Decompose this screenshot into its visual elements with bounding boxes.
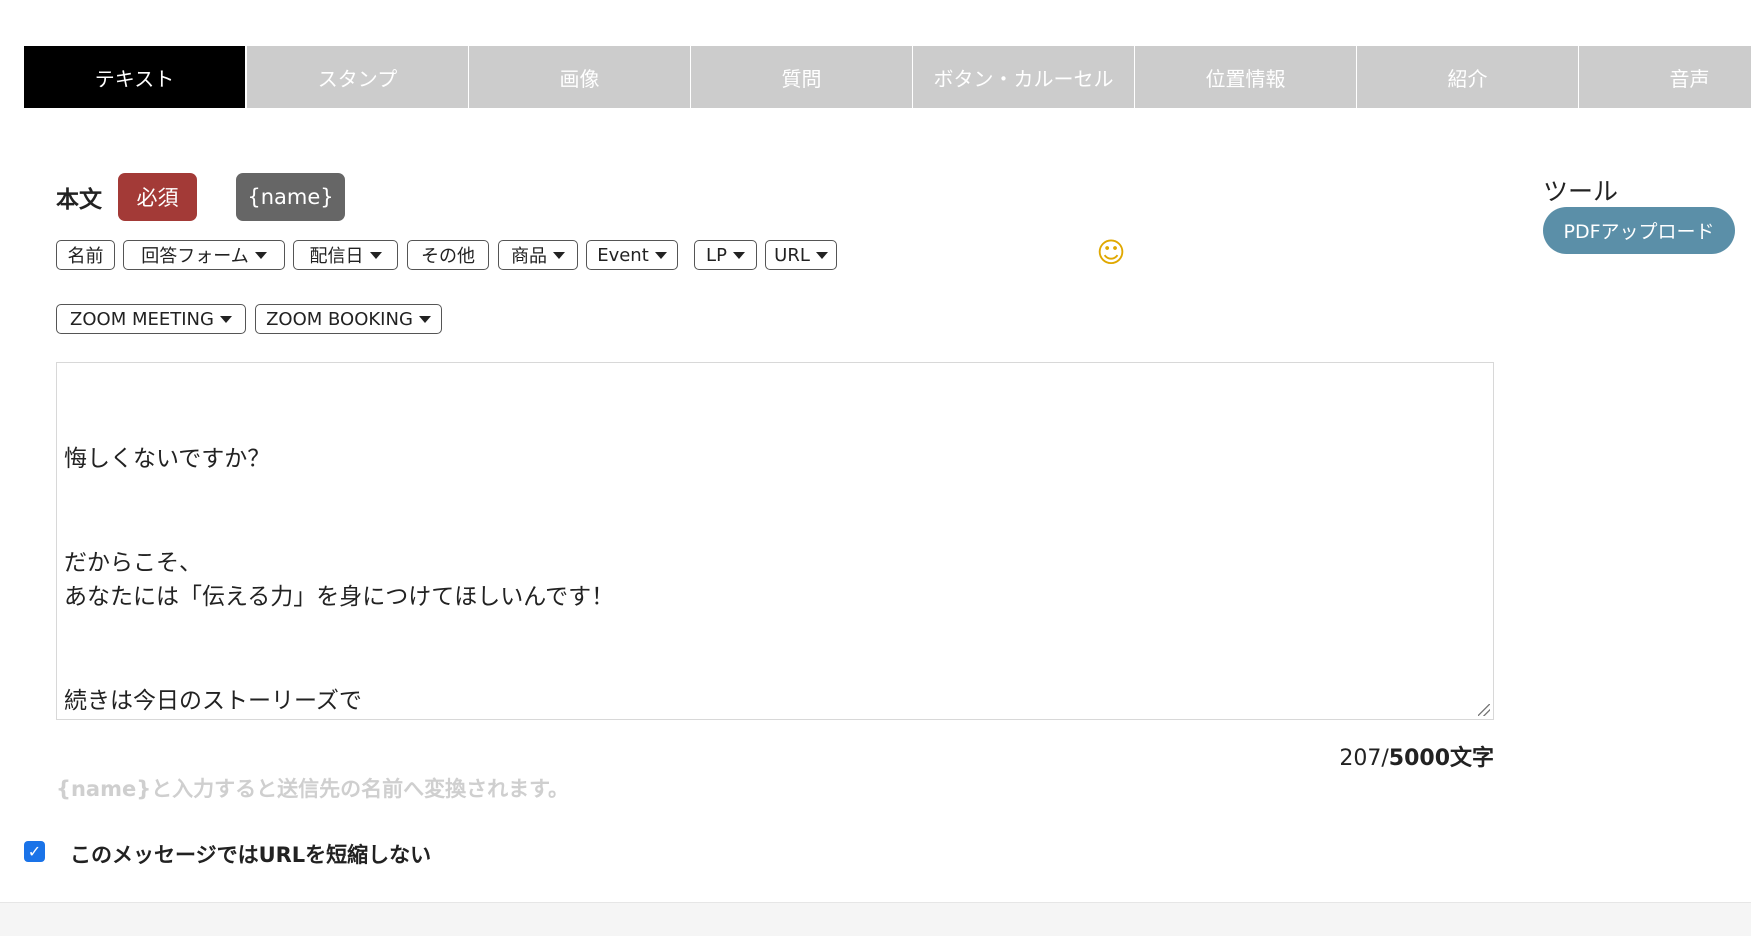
tools-label: ツール [1543,177,1619,206]
product-dropdown[interactable]: 商品 [498,240,578,270]
character-count: 207/ [1339,746,1389,771]
insert-name-button[interactable]: {name} [236,173,345,221]
delivery-date-dropdown-label: 配信日 [309,246,364,267]
tab-text[interactable]: テキスト [24,46,245,108]
smiley-emoji-icon[interactable]: ☺ [1095,237,1127,269]
tab-introduction[interactable]: 紹介 [1357,46,1578,108]
tab-location[interactable]: 位置情報 [1135,46,1356,108]
tab-button-carousel[interactable]: ボタン・カルーセル [913,46,1134,108]
body-label: 本文 [56,187,102,213]
footer-band [0,902,1751,936]
caret-down-icon [815,251,828,259]
tab-stamp[interactable]: スタンプ [247,46,468,108]
required-badge: 必須 [118,173,197,221]
checkmark-icon: ✓ [27,842,42,861]
message-body-textarea[interactable]: 悔しくないですか？ だからこそ、 あなたには「伝える力」を身につけてほしいんです… [56,362,1494,720]
event-dropdown-label: Event [597,244,649,266]
message-body-text: 悔しくないですか？ だからこそ、 あなたには「伝える力」を身につけてほしいんです… [64,446,615,714]
name-variable-hint: {name}と入力すると送信先の名前へ変換されます。 [56,777,570,801]
other-tag-label: その他 [421,246,475,267]
zoom-meeting-dropdown-label: ZOOM MEETING [70,308,214,330]
character-counter: 207/5000文字 [1300,740,1494,772]
answer-form-dropdown-label: 回答フォーム [141,246,249,267]
answer-form-dropdown[interactable]: 回答フォーム [123,240,285,270]
delivery-date-dropdown[interactable]: 配信日 [293,240,398,270]
product-dropdown-label: 商品 [511,246,547,267]
url-dropdown[interactable]: URL [765,240,837,270]
insert-name-tag-label: 名前 [67,246,104,267]
url-dropdown-label: URL [774,244,810,266]
caret-down-icon [418,315,431,323]
message-type-tabs: テキスト スタンプ 画像 質問 ボタン・カルーセル 位置情報 紹介 音声 [24,46,1751,108]
tab-image[interactable]: 画像 [469,46,690,108]
lp-dropdown[interactable]: LP [694,240,757,270]
pdf-upload-button[interactable]: PDFアップロード [1543,207,1735,254]
tab-audio[interactable]: 音声 [1579,46,1751,108]
other-tag[interactable]: その他 [407,240,489,270]
caret-down-icon [254,251,267,259]
zoom-meeting-dropdown[interactable]: ZOOM MEETING [56,304,246,334]
caret-down-icon [369,251,382,259]
caret-down-icon [654,251,667,259]
lp-dropdown-label: LP [706,244,727,266]
event-dropdown[interactable]: Event [586,240,678,270]
character-max: 5000文字 [1388,746,1494,771]
no-shorten-url-checkbox[interactable]: ✓ [24,841,45,862]
zoom-booking-dropdown-label: ZOOM BOOKING [266,308,413,330]
resize-handle-icon[interactable] [1478,704,1490,716]
caret-down-icon [219,315,232,323]
insert-name-tag[interactable]: 名前 [56,240,115,270]
zoom-booking-dropdown[interactable]: ZOOM BOOKING [255,304,442,334]
tab-question[interactable]: 質問 [691,46,912,108]
no-shorten-url-label[interactable]: このメッセージではURLを短縮しない [70,839,431,869]
caret-down-icon [553,251,565,259]
caret-down-icon [732,251,745,259]
